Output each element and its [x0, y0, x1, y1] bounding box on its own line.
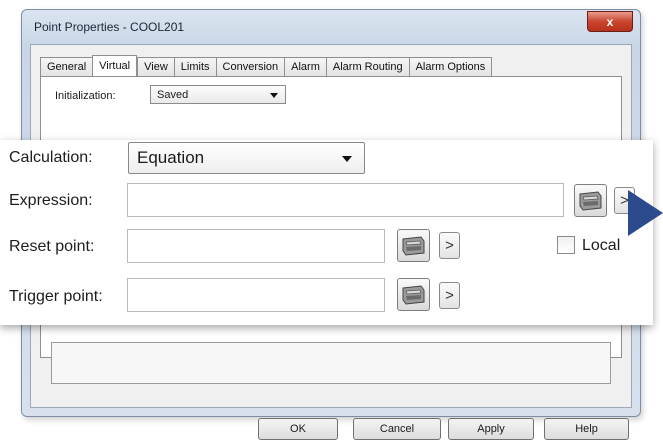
tab-general[interactable]: General: [40, 57, 93, 77]
tab-strip: General Virtual View Limits Conversion A…: [40, 55, 493, 78]
point-browser-icon: [402, 284, 425, 305]
help-button[interactable]: Help: [544, 418, 629, 440]
expression-point-browser-button[interactable]: [574, 184, 607, 217]
reset-point-input[interactable]: [127, 229, 385, 263]
point-browser-icon: [402, 235, 425, 256]
local-label: Local: [582, 237, 621, 254]
tab-conversion[interactable]: Conversion: [215, 57, 285, 77]
expression-input[interactable]: [127, 183, 564, 217]
tab-alarm-options[interactable]: Alarm Options: [408, 57, 493, 77]
title-bar: Point Properties - COOL201 x: [22, 10, 640, 44]
trigger-point-input[interactable]: [127, 278, 385, 312]
apply-button[interactable]: Apply: [448, 418, 534, 440]
chevron-down-icon: [342, 156, 352, 162]
calculation-label: Calculation:: [9, 149, 93, 166]
close-icon: x: [606, 14, 614, 29]
tab-alarm-routing[interactable]: Alarm Routing: [325, 57, 409, 77]
tab-limits[interactable]: Limits: [173, 57, 216, 77]
chevron-down-icon: [270, 93, 278, 98]
tab-view[interactable]: View: [137, 57, 174, 77]
initialization-value: Saved: [157, 89, 189, 101]
chevron-right-icon: >: [445, 237, 454, 254]
local-checkbox[interactable]: [557, 236, 575, 254]
reset-point-browser-button[interactable]: [397, 229, 430, 262]
chevron-right-icon: >: [445, 287, 454, 304]
ok-button[interactable]: OK: [258, 418, 338, 440]
trigger-point-label: Trigger point:: [9, 288, 103, 305]
trigger-point-browser-button[interactable]: [397, 278, 430, 311]
window-title: Point Properties - COOL201: [34, 20, 185, 34]
close-button[interactable]: x: [587, 11, 633, 32]
zoomed-calculation-panel: Calculation: Equation Expression: > Rese…: [0, 140, 653, 325]
point-browser-icon: [579, 190, 602, 211]
reset-point-expand-button[interactable]: >: [439, 232, 460, 259]
calculation-value: Equation: [137, 148, 205, 167]
callout-arrow-icon: [628, 190, 663, 236]
tab-alarm[interactable]: Alarm: [284, 57, 326, 77]
tab-virtual[interactable]: Virtual: [92, 55, 138, 78]
cancel-button[interactable]: Cancel: [353, 418, 441, 440]
expression-label: Expression:: [9, 192, 93, 209]
calculation-select[interactable]: Equation: [128, 142, 365, 174]
reset-point-label: Reset point:: [9, 238, 95, 255]
initialization-label: Initialization:: [55, 90, 116, 102]
initialization-select[interactable]: Saved: [150, 85, 286, 104]
group-box: [51, 342, 611, 384]
trigger-point-expand-button[interactable]: >: [439, 282, 460, 309]
